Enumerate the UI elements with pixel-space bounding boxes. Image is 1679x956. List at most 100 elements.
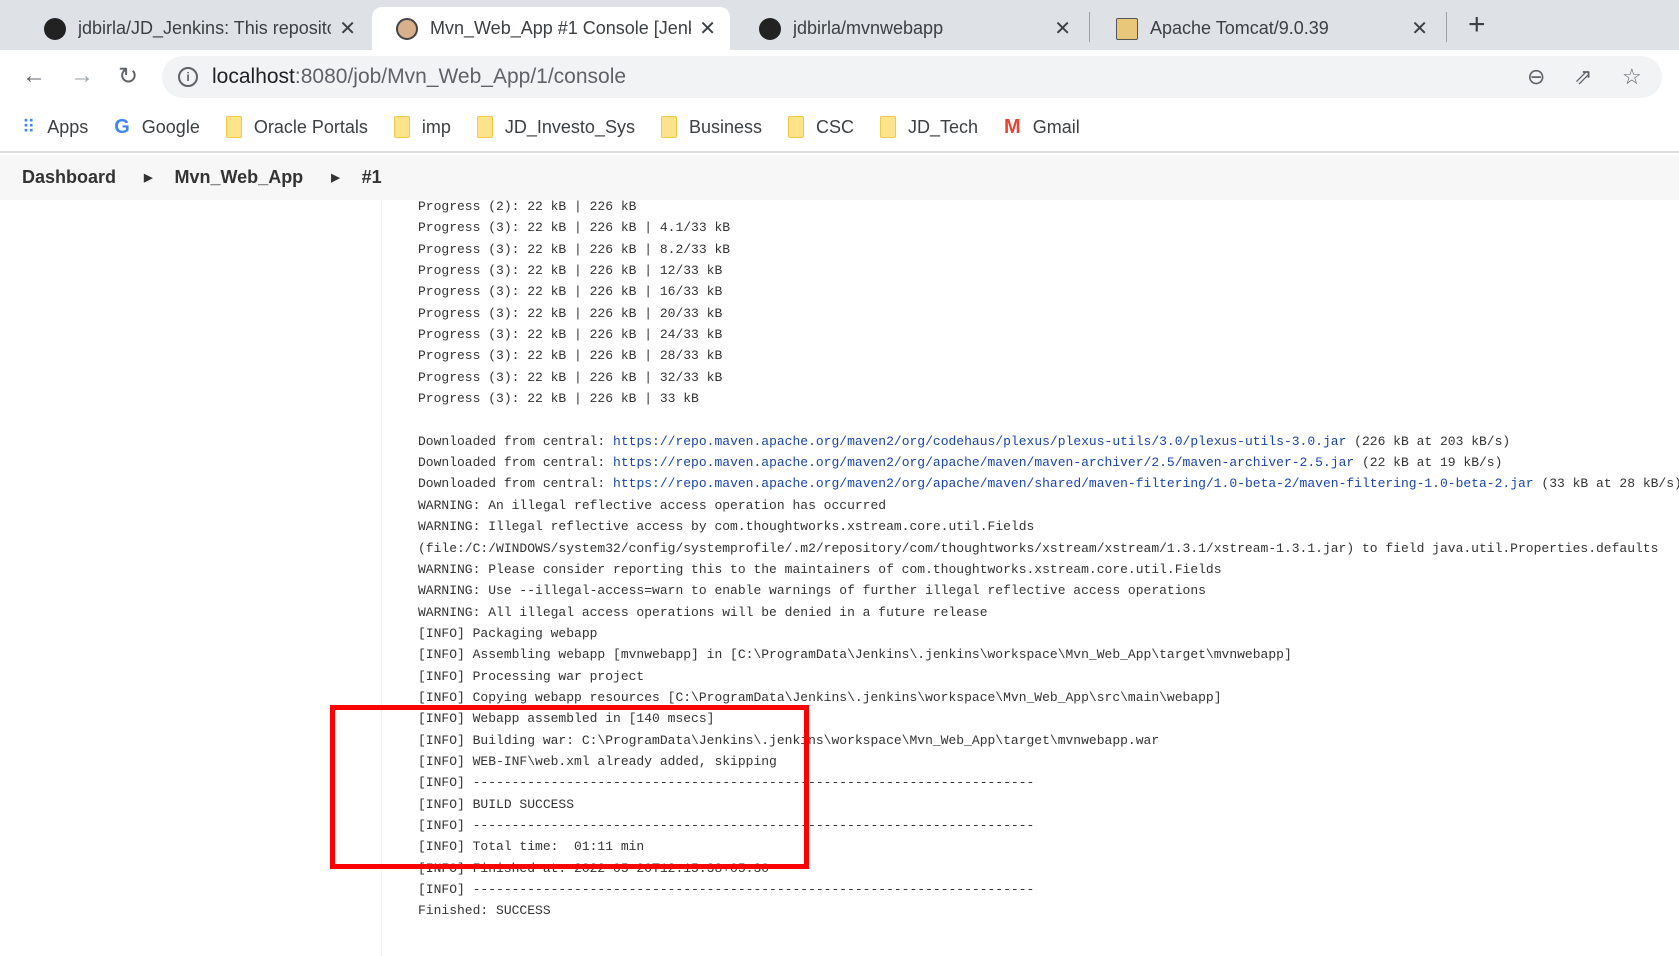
console-line: Finished: SUCCESS bbox=[418, 900, 1679, 921]
close-tab-icon[interactable]: ✕ bbox=[699, 16, 716, 41]
bookmarks-bar: ⠿ Apps G Google Oracle Portals imp JD_Inve… bbox=[0, 103, 1679, 153]
tab-divider bbox=[1089, 12, 1090, 42]
close-tab-icon[interactable]: ✕ bbox=[339, 16, 356, 41]
artifact-link[interactable]: https://repo.maven.apache.org/maven2/org… bbox=[613, 476, 1534, 491]
tab-jd-jenkins[interactable]: jdbirla/JD_Jenkins: This repository ✕ bbox=[20, 7, 370, 50]
github-icon bbox=[44, 17, 66, 40]
tomcat-icon bbox=[1116, 17, 1138, 40]
console-text: WARNING: An illegal reflective access op… bbox=[418, 497, 887, 513]
back-button[interactable]: ← bbox=[22, 62, 46, 90]
breadcrumb-dashboard[interactable]: Dashboard bbox=[22, 167, 116, 188]
artifact-link[interactable]: https://repo.maven.apache.org/maven2/org… bbox=[613, 455, 1354, 470]
console-text: [INFO] Copying webapp resources [C:\Prog… bbox=[418, 689, 1222, 705]
zoom-icon[interactable]: ⊖ bbox=[1527, 64, 1545, 90]
breadcrumb-job[interactable]: Mvn_Web_App bbox=[175, 167, 304, 188]
tab-title: Mvn_Web_App #1 Console [Jenkins] bbox=[430, 18, 691, 38]
console-text: WARNING: Please consider reporting this … bbox=[418, 561, 1222, 577]
breadcrumb-build[interactable]: #1 bbox=[362, 167, 382, 188]
bookmark-label: Business bbox=[688, 116, 762, 137]
tab-tomcat[interactable]: Apache Tomcat/9.0.39 ✕ bbox=[1092, 7, 1442, 50]
console-text: Progress (3): 22 kB | 226 kB | 33 kB bbox=[418, 391, 699, 407]
new-tab-button[interactable]: + bbox=[1468, 8, 1486, 42]
folder-icon bbox=[880, 116, 897, 138]
console-text: Progress (3): 22 kB | 226 kB | 20/33 kB bbox=[418, 305, 723, 321]
console-line: WARNING: Illegal reflective access by co… bbox=[418, 516, 1679, 537]
download-stats: (22 kB at 19 kB/s) bbox=[1354, 455, 1503, 471]
forward-button[interactable]: → bbox=[70, 62, 94, 90]
bookmark-jd-investo-sys[interactable]: JD_Investo_Sys bbox=[476, 116, 635, 138]
console-text: Progress (3): 22 kB | 226 kB | 8.2/33 kB bbox=[418, 241, 731, 257]
bookmark-csc[interactable]: CSC bbox=[788, 116, 854, 138]
bookmark-business[interactable]: Business bbox=[660, 116, 762, 138]
console-text: WARNING: All illegal access operations w… bbox=[418, 604, 988, 620]
browser-toolbar: ← → ↻ i localhost:8080/job/Mvn_Web_App/1… bbox=[0, 50, 1679, 103]
bookmark-jd-tech[interactable]: JD_Tech bbox=[880, 116, 978, 138]
apps-grid-icon: ⠿ bbox=[22, 116, 36, 137]
bookmark-label: Apps bbox=[47, 116, 89, 137]
folder-icon bbox=[393, 116, 410, 138]
tab-title: jdbirla/mvnwebapp bbox=[793, 18, 944, 38]
address-bar[interactable]: i localhost:8080/job/Mvn_Web_App/1/conso… bbox=[162, 56, 1662, 98]
console-text: Progress (3): 22 kB | 226 kB | 12/33 kB bbox=[418, 263, 723, 279]
jenkins-icon bbox=[396, 17, 418, 40]
url-text[interactable]: localhost:8080/job/Mvn_Web_App/1/console bbox=[212, 65, 626, 89]
console-text: Progress (3): 22 kB | 226 kB | 16/33 kB bbox=[418, 284, 723, 300]
console-line: Downloaded from central: https://repo.ma… bbox=[418, 452, 1679, 473]
console-line: Progress (3): 22 kB | 226 kB | 32/33 kB bbox=[418, 367, 1679, 388]
bookmark-gmail[interactable]: M Gmail bbox=[1004, 116, 1080, 139]
folder-icon bbox=[476, 116, 493, 138]
close-tab-icon[interactable]: ✕ bbox=[1054, 16, 1071, 41]
tab-title: jdbirla/JD_Jenkins: This repository bbox=[78, 18, 332, 38]
chevron-right-icon[interactable]: ▶ bbox=[144, 171, 152, 184]
close-tab-icon[interactable]: ✕ bbox=[1411, 16, 1428, 41]
chevron-right-icon[interactable]: ▶ bbox=[331, 171, 339, 184]
bookmark-apps[interactable]: ⠿ Apps bbox=[22, 117, 88, 138]
console-line: WARNING: Please consider reporting this … bbox=[418, 559, 1679, 580]
bookmark-oracle-portals[interactable]: Oracle Portals bbox=[225, 116, 368, 138]
console-text: [INFO] Processing war project bbox=[418, 668, 645, 684]
google-icon: G bbox=[114, 115, 130, 138]
download-stats: (33 kB at 28 kB/s) bbox=[1533, 476, 1679, 492]
bookmark-label: Gmail bbox=[1032, 116, 1080, 137]
bookmark-label: CSC bbox=[816, 116, 855, 137]
tab-title: Apache Tomcat/9.0.39 bbox=[1150, 18, 1329, 38]
highlight-box bbox=[330, 705, 809, 869]
console-line: Progress (3): 22 kB | 226 kB | 33 kB bbox=[418, 388, 1679, 409]
console-text: Finished: SUCCESS bbox=[418, 903, 551, 919]
console-line: Progress (3): 22 kB | 226 kB | 28/33 kB bbox=[418, 345, 1679, 366]
breadcrumb: Dashboard ▶ Mvn_Web_App ▶ #1 bbox=[0, 155, 1679, 200]
console-text: [INFO] Packaging webapp bbox=[418, 625, 598, 641]
bookmark-label: Oracle Portals bbox=[253, 116, 368, 137]
tab-strip: jdbirla/JD_Jenkins: This repository ✕ Mv… bbox=[0, 0, 1679, 50]
artifact-link[interactable]: https://repo.maven.apache.org/maven2/org… bbox=[613, 434, 1346, 449]
console-text: Progress (3): 22 kB | 226 kB | 28/33 kB bbox=[418, 348, 723, 364]
console-line: [INFO] Processing war project bbox=[418, 666, 1679, 687]
console-text: [INFO] Assembling webapp [mvnwebapp] in … bbox=[418, 647, 1292, 663]
share-icon[interactable]: ⇗ bbox=[1574, 64, 1592, 90]
bookmark-google[interactable]: G Google bbox=[114, 116, 200, 139]
bookmark-label: imp bbox=[421, 116, 451, 137]
folder-icon bbox=[788, 116, 804, 138]
console-text: WARNING: Illegal reflective access by co… bbox=[418, 519, 1035, 535]
bookmark-star-icon[interactable]: ☆ bbox=[1622, 64, 1642, 90]
gmail-icon: M bbox=[1004, 115, 1021, 138]
download-stats: (226 kB at 203 kB/s) bbox=[1346, 433, 1511, 449]
console-text: Progress (3): 22 kB | 226 kB | 4.1/33 kB bbox=[418, 220, 731, 236]
reload-button[interactable]: ↻ bbox=[118, 62, 138, 91]
console-line: [INFO] Packaging webapp bbox=[418, 623, 1679, 644]
console-line: Downloaded from central: https://repo.ma… bbox=[418, 431, 1679, 452]
console-line: Progress (3): 22 kB | 226 kB | 4.1/33 kB bbox=[418, 217, 1679, 238]
console-line: WARNING: Use --illegal-access=warn to en… bbox=[418, 580, 1679, 601]
console-line: Progress (3): 22 kB | 226 kB | 12/33 kB bbox=[418, 260, 1679, 281]
url-host: localhost bbox=[212, 65, 295, 88]
tab-console[interactable]: Mvn_Web_App #1 Console [Jenkins] ✕ bbox=[372, 7, 730, 50]
folder-icon bbox=[660, 116, 677, 138]
tab-mvnwebapp[interactable]: jdbirla/mvnwebapp ✕ bbox=[735, 7, 1085, 50]
console-line: Downloaded from central: https://repo.ma… bbox=[418, 473, 1679, 494]
bookmark-label: Google bbox=[141, 116, 200, 137]
bookmark-imp[interactable]: imp bbox=[393, 116, 451, 138]
console-line: WARNING: All illegal access operations w… bbox=[418, 602, 1679, 623]
url-path: :8080/job/Mvn_Web_App/1/console bbox=[294, 65, 627, 88]
site-info-icon[interactable]: i bbox=[178, 67, 198, 87]
